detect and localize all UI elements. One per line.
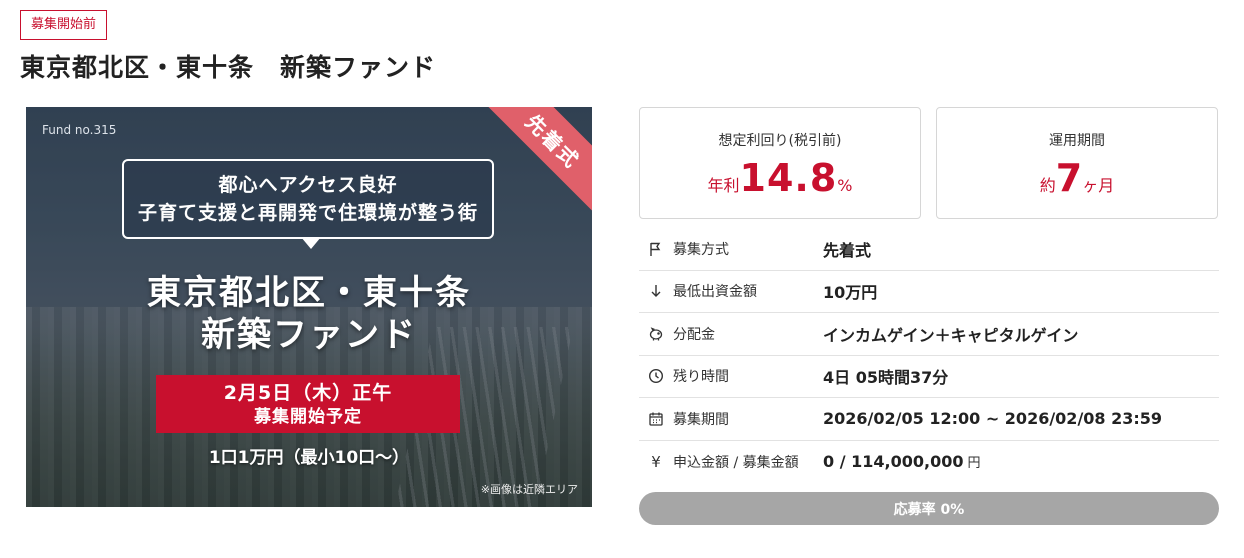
info-row-minimum: 最低出資金額 10万円	[639, 271, 1219, 313]
application-rate-bar: 応募率 0%	[639, 492, 1219, 525]
period-suffix: ヶ月	[1082, 176, 1115, 195]
info-row-remaining: 残り時間 4日 05時間37分	[639, 356, 1219, 398]
info-row-period: 募集期間 2026/02/05 12:00 ~ 2026/02/08 23:59	[639, 398, 1219, 441]
amount-value: 0 / 114,000,000	[823, 452, 964, 472]
info-key: 残り時間	[673, 369, 729, 386]
speech-bubble: 都心へアクセス良好 子育て支援と再開発で住環境が整う街	[122, 159, 494, 239]
start-label: 募集開始予定	[254, 407, 362, 427]
status-badge: 募集開始前	[20, 10, 108, 40]
fund-info-table: 募集方式 先着式 最低出資金額 10万円 分配金 インカムゲイン＋キャピタルゲイ…	[639, 228, 1219, 483]
start-date-banner: 2月5日（木）正午 募集開始予定	[156, 375, 460, 433]
hero-title-line-2: 新築ファンド	[201, 315, 417, 355]
info-key: 申込金額 / 募集金額	[673, 454, 799, 471]
yield-value-row: 年利14.8%	[640, 156, 920, 200]
clock-icon	[639, 368, 673, 384]
bubble-line-2: 子育て支援と再開発で住環境が整う街	[137, 202, 478, 224]
amount-unit: 円	[967, 456, 981, 472]
period-prefix: 約	[1039, 176, 1056, 195]
flag-icon	[639, 241, 673, 257]
arrow-down-icon	[639, 283, 673, 299]
yen-icon: ¥	[651, 452, 661, 471]
info-value: インカムゲイン＋キャピタルゲイン	[823, 325, 1079, 345]
unit-price-text: 1口1万円（最小10口～）	[208, 448, 410, 468]
info-value: 0 / 114,000,000 円	[823, 452, 980, 471]
info-value: 先着式	[823, 240, 872, 260]
progress-label: 応募率 0%	[893, 501, 965, 518]
info-row-method: 募集方式 先着式	[639, 228, 1219, 271]
piggy-bank-icon	[639, 326, 673, 342]
yield-suffix: %	[837, 176, 853, 195]
fund-hero-image: Fund no.315 先着式 都心へアクセス良好 子育て支援と再開発で住環境が…	[26, 107, 592, 507]
yield-prefix: 年利	[707, 176, 740, 195]
bubble-line-1: 都心へアクセス良好	[218, 174, 398, 196]
info-key: 最低出資金額	[673, 284, 757, 301]
hero-title: 東京都北区・東十条 新築ファンド	[26, 272, 592, 356]
period-label: 運用期間	[1049, 133, 1105, 149]
hero-title-line-1: 東京都北区・東十条	[147, 273, 471, 313]
period-card: 運用期間 約7ヶ月	[936, 107, 1218, 219]
info-row-dividend: 分配金 インカムゲイン＋キャピタルゲイン	[639, 313, 1219, 356]
start-date: 2月5日（木）正午	[223, 382, 393, 404]
info-value: 10万円	[823, 283, 878, 303]
info-value: 4日 05時間37分	[823, 368, 949, 388]
yield-label: 想定利回り(税引前)	[718, 133, 842, 149]
info-value: 2026/02/05 12:00 ~ 2026/02/08 23:59	[823, 409, 1163, 429]
bubble-tail	[301, 237, 321, 249]
fund-number: Fund no.315	[42, 123, 117, 137]
image-note: ※画像は近隣エリア	[480, 483, 578, 496]
yield-card: 想定利回り(税引前) 年利14.8%	[639, 107, 921, 219]
page-title: 東京都北区・東十条 新築ファンド	[20, 53, 437, 82]
info-key: 募集期間	[673, 411, 729, 428]
info-key: 分配金	[673, 326, 715, 343]
yield-value: 14.8	[739, 156, 838, 200]
period-value-row: 約7ヶ月	[937, 156, 1217, 200]
calendar-icon	[639, 411, 673, 427]
info-key: 募集方式	[673, 241, 729, 258]
info-row-amount: ¥ 申込金額 / 募集金額 0 / 114,000,000 円	[639, 441, 1219, 484]
period-value: 7	[1055, 156, 1083, 200]
